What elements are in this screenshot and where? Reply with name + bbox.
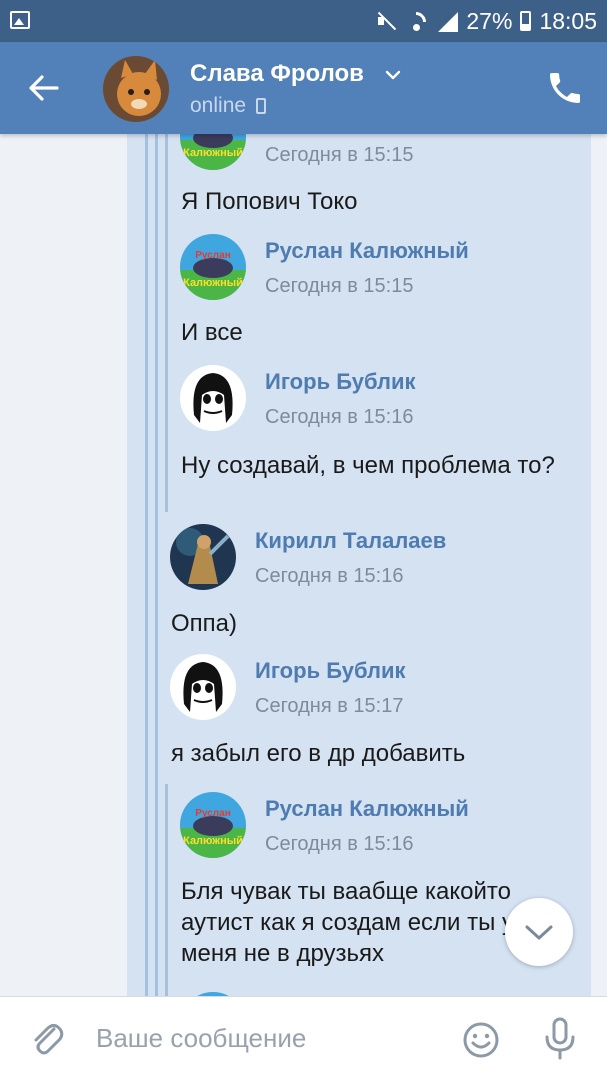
author-avatar[interactable]: Руслан Калюжный bbox=[180, 234, 246, 300]
author-name[interactable]: Игорь Бублик bbox=[265, 369, 416, 395]
kirill-avatar-image bbox=[170, 524, 236, 590]
call-button[interactable] bbox=[545, 68, 585, 108]
emoji-button[interactable] bbox=[462, 1021, 500, 1059]
mute-icon bbox=[376, 10, 398, 32]
wifi-icon bbox=[406, 10, 428, 32]
author-avatar[interactable] bbox=[180, 365, 246, 431]
message-composer: Ваше сообщение bbox=[0, 996, 607, 1081]
momo-avatar-image bbox=[170, 654, 236, 720]
message-text: И все bbox=[181, 319, 243, 346]
message-time: Сегодня в 15:16 bbox=[255, 565, 404, 587]
forward-line-middle bbox=[155, 134, 158, 996]
online-status: online bbox=[190, 94, 267, 118]
clock: 18:05 bbox=[539, 7, 597, 34]
message-list[interactable]: Калюжный Сегодня в 15:15 Я Попович Токо … bbox=[0, 134, 607, 996]
author-avatar[interactable] bbox=[170, 654, 236, 720]
message-text: Оппа) bbox=[171, 610, 237, 637]
ruslan-avatar-image: Руслан Калюжный bbox=[180, 792, 246, 858]
svg-text:Калюжный: Калюжный bbox=[183, 277, 243, 289]
chat-title[interactable]: Слава Фролов bbox=[190, 60, 364, 88]
svg-text:Калюжный: Калюжный bbox=[183, 835, 243, 847]
battery-percent: 27% bbox=[466, 7, 513, 34]
message-text: я забыл его в др добавить bbox=[171, 740, 466, 767]
paperclip-icon bbox=[34, 1024, 64, 1055]
message-text: Ну создавай, в чем проблема то? bbox=[181, 452, 555, 479]
author-name[interactable]: Руслан Калюжный bbox=[265, 238, 469, 264]
online-status-label: online bbox=[190, 94, 247, 117]
back-button[interactable] bbox=[22, 66, 66, 110]
message-time: Сегодня в 15:16 bbox=[265, 833, 414, 855]
scroll-down-button[interactable] bbox=[505, 898, 573, 966]
voice-message-button[interactable] bbox=[540, 1017, 580, 1061]
forward-line-inner-2 bbox=[165, 784, 168, 996]
battery-icon bbox=[520, 11, 532, 31]
author-avatar[interactable]: Руслан Калюжный bbox=[180, 792, 246, 858]
author-avatar[interactable] bbox=[170, 524, 236, 590]
chevron-down-icon bbox=[525, 925, 553, 940]
status-bar: 27% 18:05 bbox=[0, 0, 607, 42]
microphone-icon bbox=[545, 1017, 575, 1060]
author-name[interactable]: Руслан Калюжный bbox=[265, 796, 469, 822]
cat-avatar-image bbox=[103, 56, 169, 122]
message-time: Сегодня в 15:15 bbox=[265, 275, 414, 297]
signal-icon bbox=[436, 10, 459, 32]
forward-line-inner bbox=[165, 134, 168, 512]
svg-text:Руслан: Руслан bbox=[195, 808, 231, 819]
forward-line-outer bbox=[145, 134, 148, 996]
svg-text:Калюжный: Калюжный bbox=[183, 147, 243, 159]
message-time: Сегодня в 15:16 bbox=[265, 406, 414, 428]
status-indicators: 27% 18:05 bbox=[376, 7, 597, 35]
message-time: Сегодня в 15:17 bbox=[255, 695, 404, 717]
contact-avatar[interactable] bbox=[103, 56, 169, 122]
mobile-icon bbox=[256, 98, 267, 114]
arrow-left-icon bbox=[29, 75, 59, 101]
message-text: Я Попович Токо bbox=[181, 188, 358, 215]
momo-avatar-image bbox=[180, 365, 246, 431]
chevron-down-icon[interactable] bbox=[384, 66, 402, 84]
message-input[interactable]: Ваше сообщение bbox=[96, 1023, 306, 1054]
author-name[interactable]: Кирилл Талалаев bbox=[255, 528, 446, 554]
message-time: Сегодня в 15:15 bbox=[265, 144, 414, 166]
attach-button[interactable] bbox=[28, 1019, 68, 1059]
ruslan-avatar-image: Руслан Калюжный bbox=[180, 234, 246, 300]
gallery-notification-icon bbox=[10, 11, 30, 29]
smiley-icon bbox=[463, 1022, 499, 1058]
svg-text:Руслан: Руслан bbox=[195, 250, 231, 261]
author-name[interactable]: Игорь Бублик bbox=[255, 658, 406, 684]
chat-header: Слава Фролов online bbox=[0, 42, 607, 134]
phone-icon bbox=[550, 73, 580, 103]
